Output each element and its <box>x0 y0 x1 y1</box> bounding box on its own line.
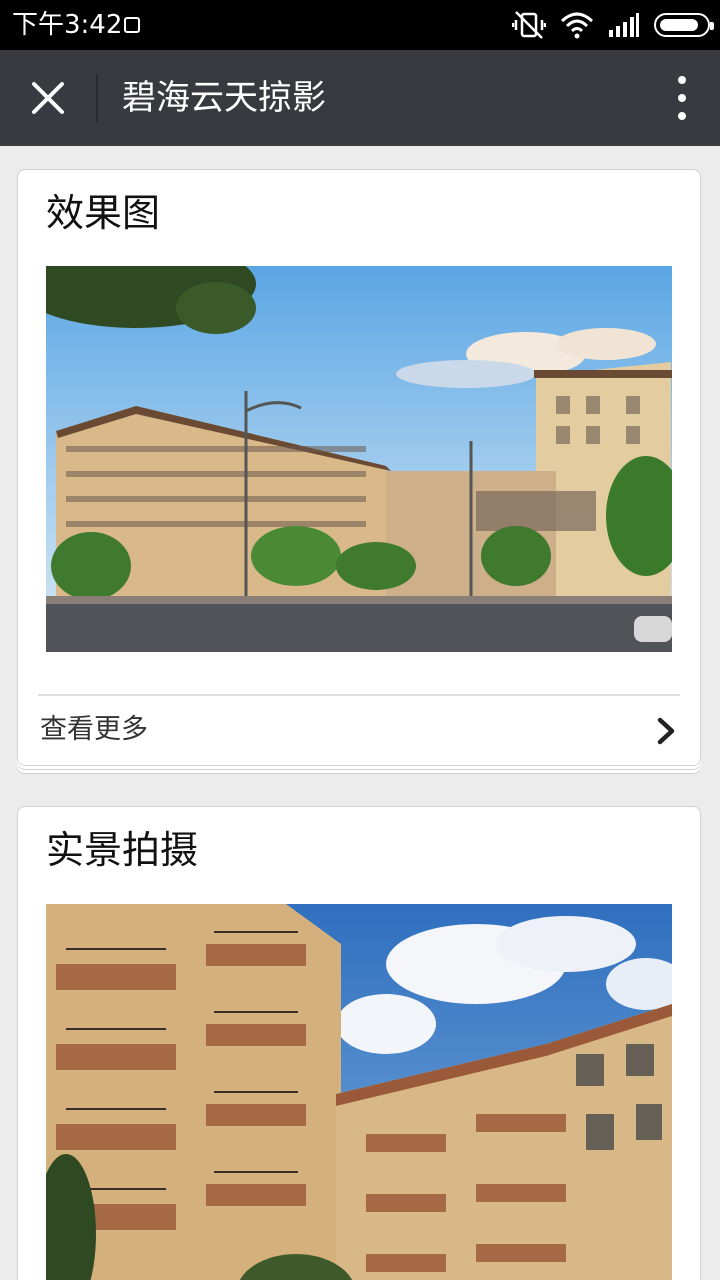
vibrate-off-icon <box>512 11 546 39</box>
chevron-right-icon <box>657 717 675 745</box>
real-scene-image <box>46 904 672 1280</box>
view-more-label: 查看更多 <box>40 714 148 745</box>
more-vertical-icon <box>678 76 686 84</box>
real-photo-section-card: 实景拍摄 <box>17 806 701 1280</box>
more-menu-button[interactable] <box>672 76 692 120</box>
rendering-image <box>46 266 672 652</box>
section-title: 实景拍摄 <box>46 828 199 872</box>
signal-icon <box>609 13 639 37</box>
title-divider <box>96 74 98 122</box>
close-button[interactable] <box>18 68 78 128</box>
notification-icon <box>124 17 140 33</box>
status-time: 下午3:42 <box>12 10 123 40</box>
section-title: 效果图 <box>46 191 161 235</box>
rendering-section-card: 效果图 查看更多 <box>17 169 701 766</box>
wifi-icon <box>560 12 594 39</box>
status-bar: 下午3:42 <box>0 0 720 50</box>
rendering-photo[interactable] <box>46 266 672 652</box>
real-scene-photo[interactable] <box>46 904 672 1280</box>
page-title: 碧海云天掠影 <box>122 78 326 118</box>
view-more-row[interactable]: 查看更多 <box>18 696 700 766</box>
title-bar: 碧海云天掠影 <box>0 50 720 146</box>
status-icons <box>512 10 714 40</box>
close-icon <box>32 82 64 114</box>
battery-icon <box>654 13 714 37</box>
